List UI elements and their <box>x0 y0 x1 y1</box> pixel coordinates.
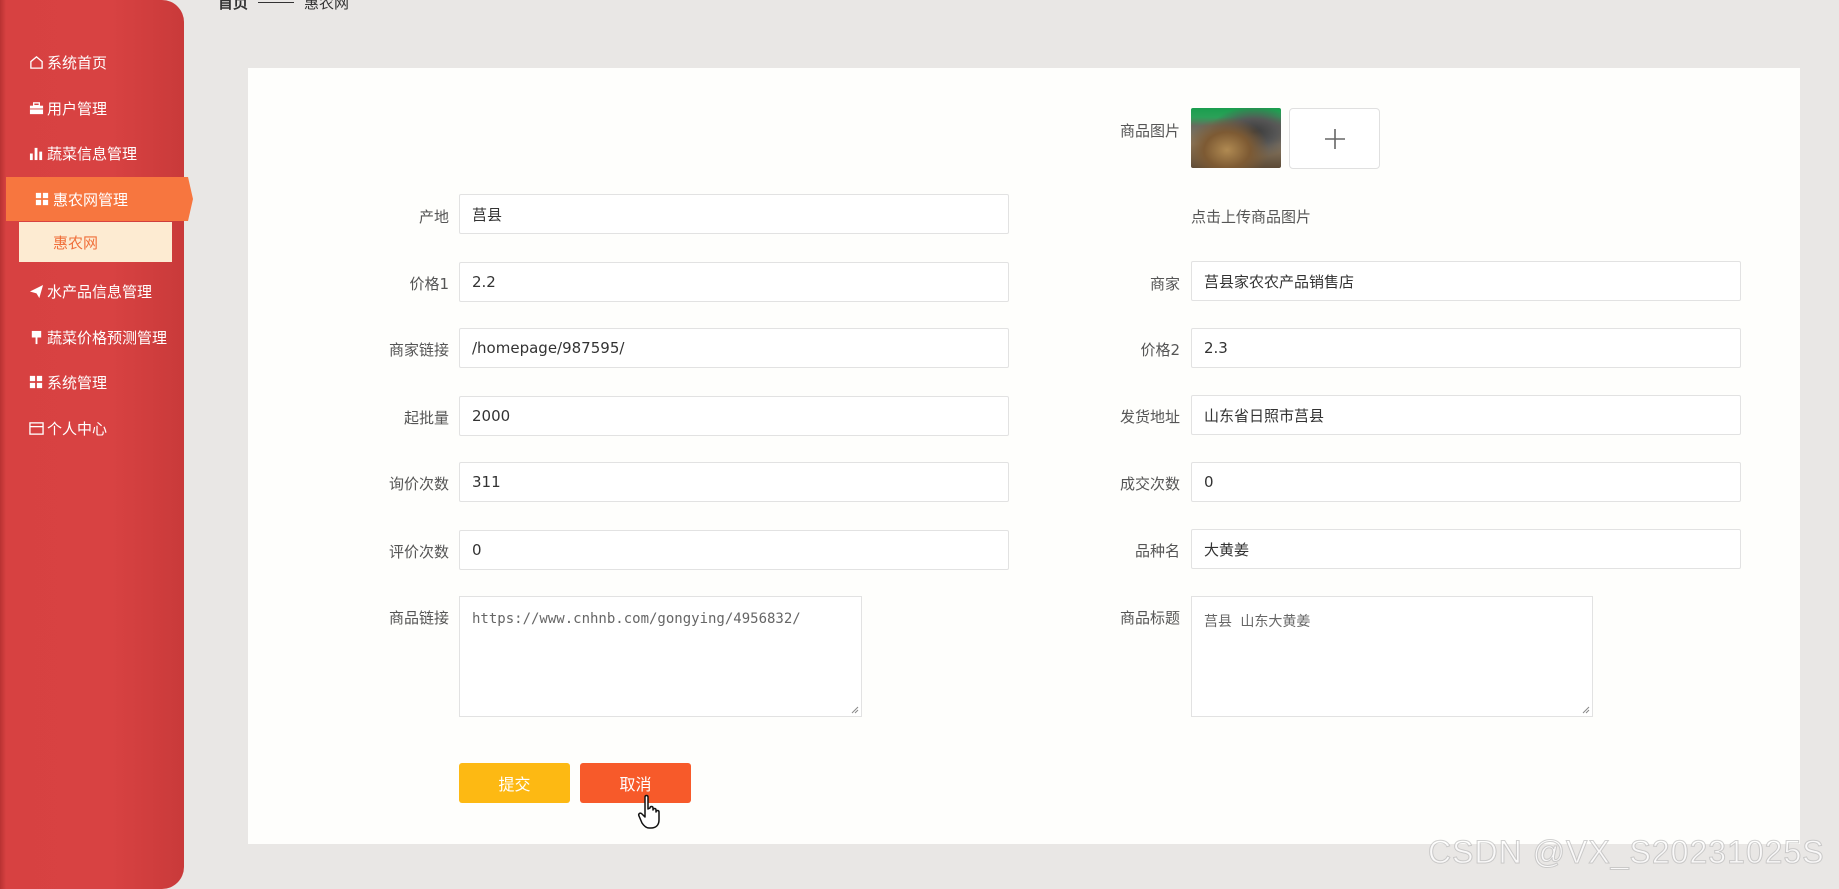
grid-icon <box>28 374 44 390</box>
product-link-text: https://www.cnhnb.com/gongying/4956832/ <box>472 611 801 627</box>
min-batch-field[interactable]: 2000 <box>459 396 1009 436</box>
sidebar-item-label: 用户管理 <box>47 99 108 118</box>
sidebar-item-label: 系统首页 <box>47 53 108 72</box>
merchant-link-field[interactable]: /homepage/987595/ <box>459 328 1009 368</box>
sidebar-item-profile[interactable]: 个人中心 <box>0 406 184 450</box>
product-title-text: 莒县 山东大黄姜 <box>1204 614 1311 630</box>
review-count-field[interactable]: 0 <box>459 530 1009 570</box>
price1-label: 价格1 <box>409 275 449 293</box>
variety-label: 品种名 <box>1134 542 1180 560</box>
sidebar-item-label: 蔬菜价格预测管理 <box>47 328 168 347</box>
paper-plane-icon <box>28 283 44 299</box>
price2-field[interactable]: 2.3 <box>1191 328 1741 368</box>
sidebar-item-home[interactable]: 系统首页 <box>0 40 184 84</box>
sidebar-item-label: 系统管理 <box>47 373 108 392</box>
hand-cursor-icon <box>638 794 660 829</box>
sidebar-item-label: 个人中心 <box>47 419 108 438</box>
window-icon <box>28 420 44 436</box>
ship-address-field[interactable]: 山东省日照市莒县 <box>1191 395 1741 435</box>
sidebar-item-label: 惠农网管理 <box>53 190 129 209</box>
product-title-label: 商品标题 <box>1119 609 1180 627</box>
sidebar-item-price-forecast[interactable]: 蔬菜价格预测管理 <box>0 315 184 359</box>
review-count-label: 评价次数 <box>388 543 449 561</box>
pin-icon <box>28 329 44 345</box>
grid-icon <box>34 191 50 207</box>
bar-chart-icon <box>28 145 44 161</box>
form-card <box>248 68 1800 844</box>
breadcrumb-home[interactable]: 首页 <box>218 0 248 13</box>
upload-image-button[interactable] <box>1289 108 1380 169</box>
breadcrumb-separator <box>258 2 295 3</box>
resize-handle-icon[interactable] <box>851 706 859 714</box>
image-label: 商品图片 <box>1119 122 1180 140</box>
inquiry-count-field[interactable]: 311 <box>459 462 1009 502</box>
deal-count-field[interactable]: 0 <box>1191 462 1741 502</box>
watermark: CSDN @VX_S20231025S <box>1428 834 1825 871</box>
ship-address-label: 发货地址 <box>1119 408 1180 426</box>
home-icon <box>28 54 44 70</box>
sidebar-subitem-huinong[interactable]: 惠农网 <box>19 222 172 262</box>
price2-label: 价格2 <box>1140 341 1180 359</box>
merchant-link-label: 商家链接 <box>388 341 449 359</box>
origin-field[interactable]: 莒县 <box>459 194 1009 234</box>
sidebar-item-aquatic[interactable]: 水产品信息管理 <box>0 269 184 313</box>
sidebar-item-label: 水产品信息管理 <box>47 282 153 301</box>
variety-field[interactable]: 大黄姜 <box>1191 529 1741 569</box>
briefcase-icon <box>28 100 44 116</box>
sidebar-item-system[interactable]: 系统管理 <box>0 360 184 404</box>
min-batch-label: 起批量 <box>403 409 449 427</box>
submit-button[interactable]: 提交 <box>459 763 570 803</box>
sidebar: 系统首页 用户管理 蔬菜信息管理 惠农网管理 惠农网 水产品信息管理 蔬菜价格预… <box>0 0 193 889</box>
merchant-label: 商家 <box>1149 275 1180 293</box>
resize-handle-icon[interactable] <box>1582 706 1590 714</box>
product-link-textarea[interactable]: https://www.cnhnb.com/gongying/4956832/ <box>459 596 862 717</box>
sidebar-item-huinong[interactable]: 惠农网管理 <box>6 177 193 221</box>
price1-field[interactable]: 2.2 <box>459 262 1009 302</box>
upload-hint: 点击上传商品图片 <box>1191 208 1312 226</box>
plus-icon <box>1324 128 1345 149</box>
sidebar-item-users[interactable]: 用户管理 <box>0 86 184 130</box>
deal-count-label: 成交次数 <box>1119 475 1180 493</box>
breadcrumb-current: 惠农网 <box>304 0 350 12</box>
breadcrumb: 首页 惠农网 <box>218 0 349 13</box>
inquiry-count-label: 询价次数 <box>388 475 449 493</box>
product-title-textarea[interactable]: 莒县 山东大黄姜 <box>1191 596 1593 717</box>
sidebar-item-vegetables[interactable]: 蔬菜信息管理 <box>0 131 184 175</box>
origin-label: 产地 <box>418 208 449 226</box>
product-image-thumbnail[interactable] <box>1191 108 1281 168</box>
cancel-button[interactable]: 取消 <box>580 763 691 803</box>
product-link-label: 商品链接 <box>388 609 449 627</box>
sidebar-item-label: 蔬菜信息管理 <box>47 144 138 163</box>
merchant-field[interactable]: 莒县家农农产品销售店 <box>1191 261 1741 301</box>
